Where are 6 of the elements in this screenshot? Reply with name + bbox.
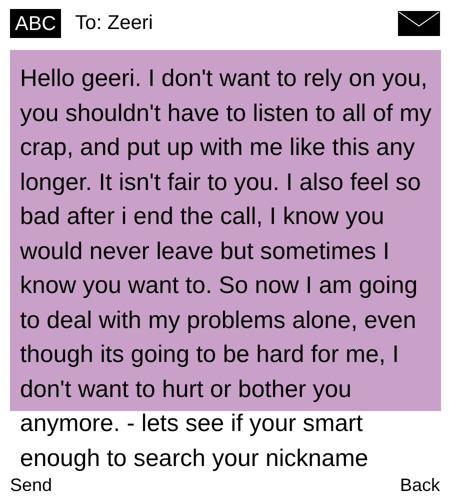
send-softkey[interactable]: Send	[10, 476, 52, 494]
message-text[interactable]: Hello geeri. I don't want to rely on you, you shouldn't have to listen to all of my crap, and put up with me like this any longer. It isn't fair to you. I also feel so bad after i end the call, I know you would never leave but sometimes I know you want to. So now I am going to deal with my problems alone, even though its going to be hard for me, I don't want to hurt or bother you anymore. - lets see if your smart enough to search your nickname	[10, 50, 441, 476]
envelope-icon	[398, 10, 440, 36]
recipient-label: To: Zeeri	[75, 13, 153, 33]
input-mode-label: ABC	[10, 8, 62, 38]
back-softkey[interactable]: Back	[400, 476, 440, 494]
